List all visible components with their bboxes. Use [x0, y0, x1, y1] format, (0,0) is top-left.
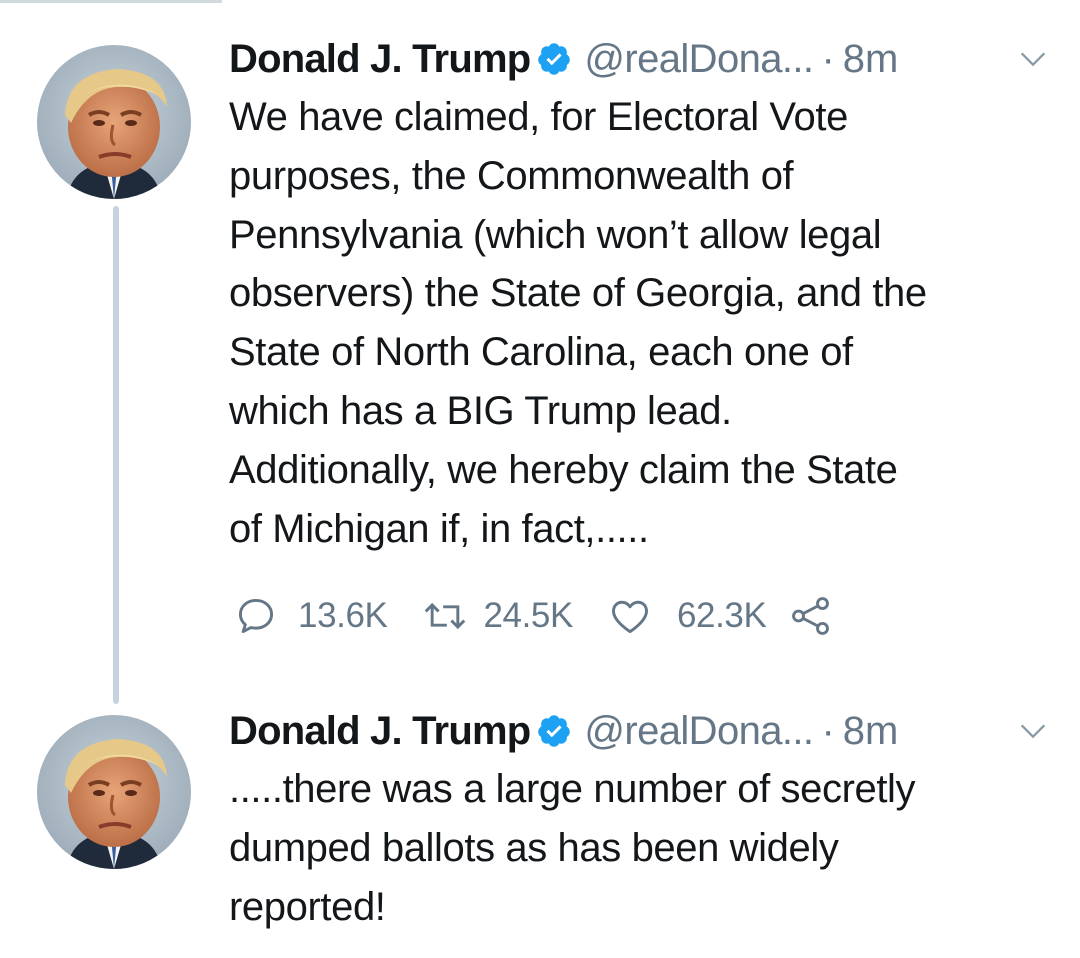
- verified-badge-icon: [538, 43, 571, 75]
- reply-icon: [238, 598, 274, 634]
- author-name[interactable]: Donald J. Trump: [229, 706, 531, 756]
- chevron-down-icon[interactable]: [1016, 42, 1050, 76]
- retweet-button[interactable]: 24.5K: [421, 594, 573, 638]
- like-button[interactable]: 62.3K: [607, 594, 767, 638]
- tweet-timestamp[interactable]: 8m: [843, 706, 899, 756]
- chevron-down-icon[interactable]: [1016, 714, 1050, 748]
- retweet-icon: [425, 602, 466, 630]
- reply-button[interactable]: 13.6K: [234, 594, 388, 638]
- tweet-timestamp[interactable]: 8m: [843, 34, 899, 84]
- top-divider: [0, 0, 222, 3]
- reply-count: 13.6K: [298, 596, 388, 635]
- tweet-text: .....there was a large number of secretl…: [229, 767, 916, 929]
- retweet-count: 24.5K: [483, 596, 573, 635]
- heart-icon: [611, 600, 648, 634]
- separator-dot: ·: [821, 709, 835, 753]
- thread-connector-line: [113, 206, 119, 704]
- author-avatar[interactable]: [37, 715, 191, 869]
- tweet-actions: 13.6K 24.5K 62.3K: [234, 590, 834, 642]
- verified-badge-icon: [538, 715, 571, 747]
- separator-dot: ·: [821, 37, 835, 81]
- author-name[interactable]: Donald J. Trump: [229, 34, 531, 84]
- tweet-text: We have claimed, for Electoral Vote purp…: [229, 95, 927, 551]
- author-avatar[interactable]: [37, 45, 191, 199]
- share-button[interactable]: [788, 593, 834, 639]
- share-icon: [792, 597, 830, 635]
- author-handle[interactable]: @realDona...: [584, 34, 814, 84]
- author-handle[interactable]: @realDona...: [584, 706, 814, 756]
- tweet-header: Donald J. Trump @realDona... · 8m: [229, 706, 1050, 756]
- like-count: 62.3K: [676, 596, 767, 635]
- tweet-header: Donald J. Trump @realDona... · 8m: [229, 34, 1050, 84]
